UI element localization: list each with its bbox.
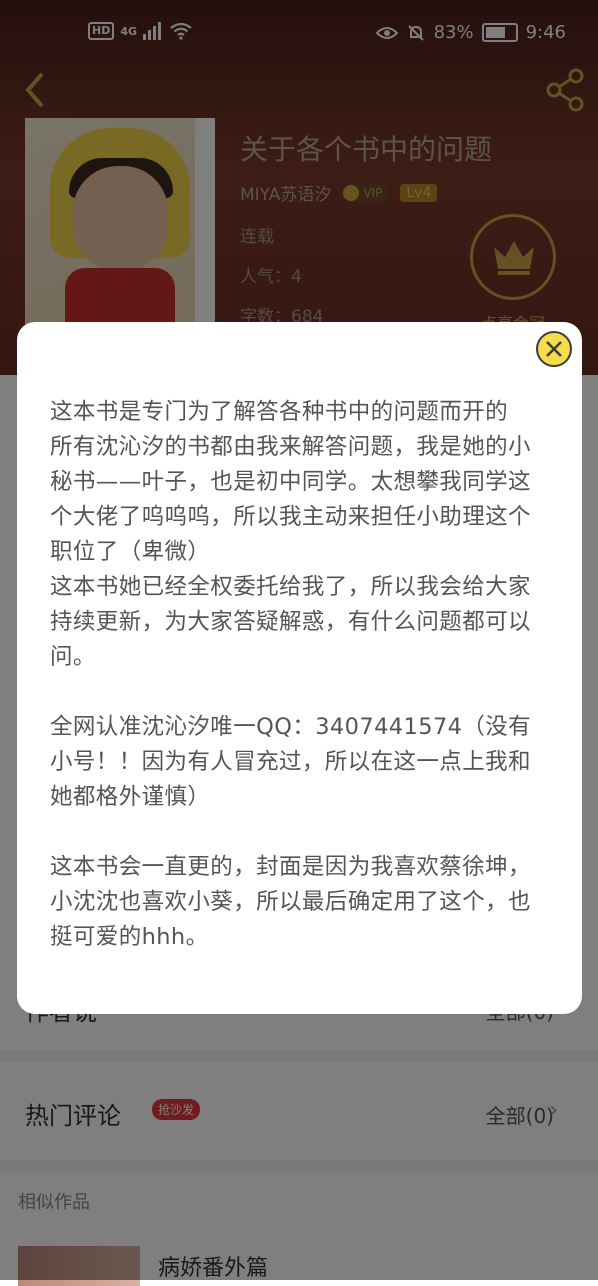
close-button[interactable] [536,331,572,367]
dialog-paragraph: 这本书是专门为了解答各种书中的问题而开的 [50,399,509,425]
dialog-paragraph: 这本书她已经全权委托给我了，所以我会给大家持续更新，为大家答疑解惑，有什么问题都… [50,574,531,670]
close-icon [546,341,562,357]
dialog-paragraph: 所有沈沁汐的书都由我来解答问题，我是她的小秘书——叶子，也是初中同学。太想攀我同… [50,434,531,565]
dialog-paragraph: 全网认准沈沁汐唯一QQ：3407441574（没有小号！！因为有人冒充过，所以在… [50,714,532,810]
dialog-body: 这本书是专门为了解答各种书中的问题而开的 所有沈沁汐的书都由我来解答问题，我是她… [50,395,550,955]
dialog-paragraph: 这本书会一直更的，封面是因为我喜欢蔡徐坤，小沈沈也喜欢小葵，所以最后确定用了这个… [50,854,531,950]
